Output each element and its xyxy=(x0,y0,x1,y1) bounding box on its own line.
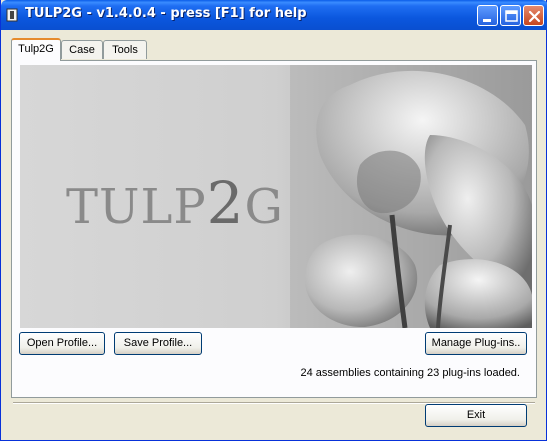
app-window-icon xyxy=(6,8,18,22)
tab-panel-tulp2g: TULP2G Open Profile... Save Profile... M… xyxy=(11,60,537,398)
minimize-button[interactable] xyxy=(477,5,498,26)
tab-tulp2g[interactable]: Tulp2G xyxy=(11,38,61,61)
maximize-icon xyxy=(505,10,518,22)
close-icon xyxy=(528,10,541,23)
close-button[interactable] xyxy=(523,5,544,26)
exit-button[interactable]: Exit xyxy=(425,404,527,427)
plugin-status-text: 24 assemblies containing 23 plug-ins loa… xyxy=(300,367,520,379)
tab-tools[interactable]: Tools xyxy=(103,40,147,59)
window-title: TULP2G - v1.4.0.4 - press [F1] for help xyxy=(25,6,307,21)
maximize-button[interactable] xyxy=(500,5,521,26)
tab-case[interactable]: Case xyxy=(61,40,103,59)
title-bar[interactable]: TULP2G - v1.4.0.4 - press [F1] for help xyxy=(1,0,547,30)
splash-banner: TULP2G xyxy=(20,65,532,328)
tulp2g-logo: TULP2G xyxy=(66,169,284,237)
open-profile-button[interactable]: Open Profile... xyxy=(19,332,105,355)
save-profile-button[interactable]: Save Profile... xyxy=(114,332,202,355)
manage-plugins-button[interactable]: Manage Plug-ins.. xyxy=(425,332,527,355)
minimize-icon xyxy=(483,19,491,22)
main-window: TULP2G - v1.4.0.4 - press [F1] for help … xyxy=(0,0,547,441)
